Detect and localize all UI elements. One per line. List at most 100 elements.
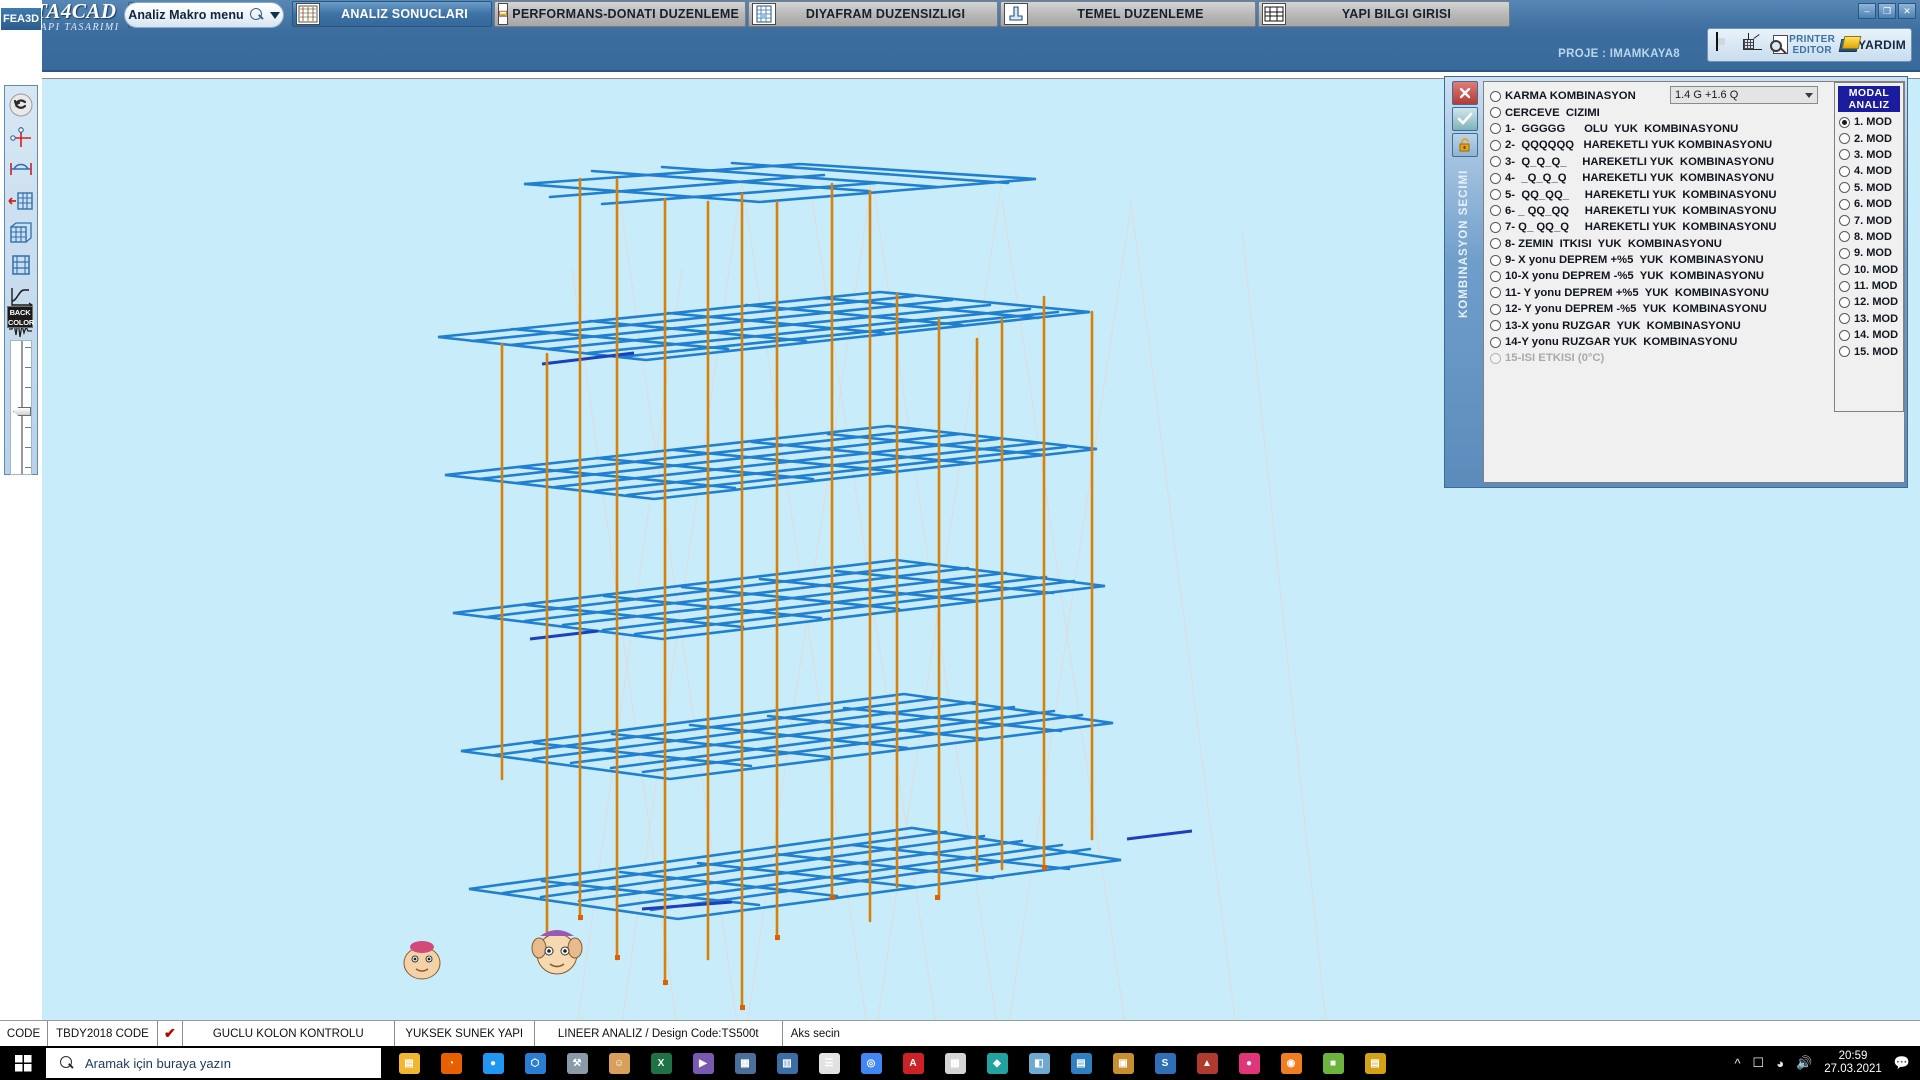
search-input[interactable]: Aramak için buraya yazın	[46, 1048, 381, 1078]
radio-icon[interactable]	[1839, 330, 1850, 341]
status-high-ductility[interactable]: YUKSEK SUNEK YAPI	[395, 1021, 535, 1046]
mod-item-5[interactable]: 5. MOD	[1835, 180, 1903, 196]
radio-icon[interactable]	[1839, 117, 1850, 128]
mod-item-13[interactable]: 13. MOD	[1835, 311, 1903, 327]
taskbar-app-character-app[interactable]: ☺	[599, 1046, 639, 1080]
taskbar-app-chromium-blue[interactable]: ●	[473, 1046, 513, 1080]
start-button[interactable]	[0, 1046, 46, 1080]
radio-icon[interactable]	[1839, 215, 1850, 226]
mod-item-1[interactable]: 1. MOD	[1835, 114, 1903, 130]
radio-icon[interactable]	[1490, 205, 1501, 216]
printer-editor-icon[interactable]	[1769, 33, 1785, 57]
help-button[interactable]: YARDIM	[1858, 38, 1906, 52]
radio-icon[interactable]	[1839, 149, 1850, 160]
mod-item-6[interactable]: 6. MOD	[1835, 196, 1903, 212]
check-icon[interactable]	[1452, 107, 1478, 131]
undo-icon[interactable]	[6, 92, 36, 118]
taskbar-app-vscode[interactable]: ⬡	[515, 1046, 555, 1080]
taskbar-app-green-app[interactable]: ■	[1313, 1046, 1353, 1080]
notification-icon[interactable]: 💬	[1894, 1055, 1910, 1071]
taskbar-app-sta4cad-tool[interactable]: ⚒	[557, 1046, 597, 1080]
onedrive-camera-icon[interactable]: ☐	[1753, 1055, 1765, 1071]
radio-icon[interactable]	[1490, 337, 1501, 348]
chevron-up-icon[interactable]: ^	[1734, 1056, 1740, 1071]
tab-diyafram-duzensizligi[interactable]: DIYAFRAM DUZENSIZLIGI	[748, 1, 998, 27]
taskbar-app-blue-s-app[interactable]: S	[1145, 1046, 1185, 1080]
mod-item-15[interactable]: 15. MOD	[1835, 343, 1903, 359]
taskbar-app-firefox[interactable]: ◔	[431, 1046, 471, 1080]
zoom-slider[interactable]	[10, 340, 32, 475]
radio-icon[interactable]	[1490, 91, 1501, 102]
taskbar-app-cad-app[interactable]: ◧	[1019, 1046, 1059, 1080]
beam-span-icon[interactable]	[6, 156, 36, 182]
minimize-button[interactable]: –	[1858, 3, 1876, 19]
frame-left-arrow-icon[interactable]	[6, 188, 36, 214]
taskbar-app-chrome[interactable]: ◎	[851, 1046, 891, 1080]
taskbar-app-teal-app[interactable]: ◆	[977, 1046, 1017, 1080]
taskbar-app-autocad-app[interactable]: ▲	[1187, 1046, 1227, 1080]
back-color-button[interactable]: BACKCOLOR	[7, 306, 33, 328]
mod-item-4[interactable]: 4. MOD	[1835, 163, 1903, 179]
volume-icon[interactable]: 🔊	[1796, 1055, 1812, 1071]
wifi-icon[interactable]: ◕	[1776, 1056, 1784, 1071]
radio-icon[interactable]	[1490, 140, 1501, 151]
taskbar-app-building-app[interactable]: ▥	[767, 1046, 807, 1080]
radio-icon[interactable]	[1839, 166, 1850, 177]
radio-icon[interactable]	[1839, 199, 1850, 210]
mod-item-7[interactable]: 7. MOD	[1835, 212, 1903, 228]
taskbar-app-acrobat[interactable]: A	[893, 1046, 933, 1080]
building-3d-icon[interactable]	[6, 220, 36, 246]
radio-icon[interactable]	[1839, 264, 1850, 275]
taskbar-app-sta-app[interactable]: ▣	[1103, 1046, 1143, 1080]
tab-yapi-bilgi-girisi[interactable]: YAPI BILGI GIRISI	[1258, 1, 1510, 27]
close-button[interactable]: ✕	[1898, 3, 1916, 19]
radio-icon[interactable]	[1839, 248, 1850, 259]
radio-icon[interactable]	[1490, 271, 1501, 282]
node-axes-icon[interactable]	[6, 124, 36, 150]
mod-item-3[interactable]: 3. MOD	[1835, 147, 1903, 163]
maximize-button[interactable]: ❐	[1878, 3, 1896, 19]
close-icon[interactable]	[1452, 81, 1478, 105]
mod-item-12[interactable]: 12. MOD	[1835, 294, 1903, 310]
tab-performans-donati-duzenleme[interactable]: 6014 PERFORMANS-DONATI DUZENLEME	[494, 1, 746, 27]
taskbar-app-grid-app[interactable]: ▦	[935, 1046, 975, 1080]
radio-icon[interactable]	[1490, 320, 1501, 331]
radio-icon[interactable]	[1839, 281, 1850, 292]
radio-icon[interactable]	[1839, 231, 1850, 242]
mod-item-8[interactable]: 8. MOD	[1835, 229, 1903, 245]
radio-icon[interactable]	[1490, 238, 1501, 249]
taskbar-app-calendar-app[interactable]: ▤	[1061, 1046, 1101, 1080]
status-tbdy-code[interactable]: TBDY2018 CODE	[48, 1021, 158, 1046]
taskbar-app-media-player[interactable]: ▶	[683, 1046, 723, 1080]
radio-icon[interactable]	[1839, 182, 1850, 193]
radio-icon[interactable]	[1490, 156, 1501, 167]
radio-icon[interactable]	[1839, 297, 1850, 308]
radio-icon[interactable]	[1490, 287, 1501, 298]
mod-item-10[interactable]: 10. MOD	[1835, 262, 1903, 278]
render-diamond-icon[interactable]	[1713, 33, 1737, 57]
printer-editor-button[interactable]: PRINTER EDITOR	[1789, 34, 1835, 56]
status-linear-analysis[interactable]: LINEER ANALIZ / Design Code:TS500t	[535, 1021, 783, 1046]
combination-value-select[interactable]: 1.4 G +1.6 Q	[1670, 86, 1818, 104]
radio-icon[interactable]	[1490, 107, 1501, 118]
tab-analiz-sonuclari[interactable]: ANALIZ SONUCLARI	[292, 1, 492, 27]
taskbar-app-calculator[interactable]: ▦	[725, 1046, 765, 1080]
macro-menu-dropdown[interactable]: Analiz Makro menu	[124, 2, 284, 28]
frame-elevation-icon[interactable]	[6, 252, 36, 278]
taskbar-app-file-explorer[interactable]: ▤	[389, 1046, 429, 1080]
radio-icon[interactable]	[1490, 304, 1501, 315]
help-book-icon[interactable]	[1839, 35, 1854, 55]
status-strong-column-control[interactable]: GUCLU KOLON KONTROLU	[183, 1021, 395, 1046]
taskbar-app-orange-app[interactable]: ◉	[1271, 1046, 1311, 1080]
tab-temel-duzenleme[interactable]: TEMEL DUZENLEME	[1000, 1, 1256, 27]
mod-item-2[interactable]: 2. MOD	[1835, 130, 1903, 146]
radio-icon[interactable]	[1490, 222, 1501, 233]
taskbar-app-pink-app[interactable]: ●	[1229, 1046, 1269, 1080]
taskbar-app-folder-app[interactable]: ▤	[1355, 1046, 1395, 1080]
axes-3d-icon[interactable]	[1741, 33, 1765, 57]
mod-item-11[interactable]: 11. MOD	[1835, 278, 1903, 294]
clock[interactable]: 20:59 27.03.2021	[1824, 1050, 1882, 1076]
taskbar-app-excel-green[interactable]: X	[641, 1046, 681, 1080]
taskbar-app-notes[interactable]: ☰	[809, 1046, 849, 1080]
radio-icon[interactable]	[1490, 123, 1501, 134]
